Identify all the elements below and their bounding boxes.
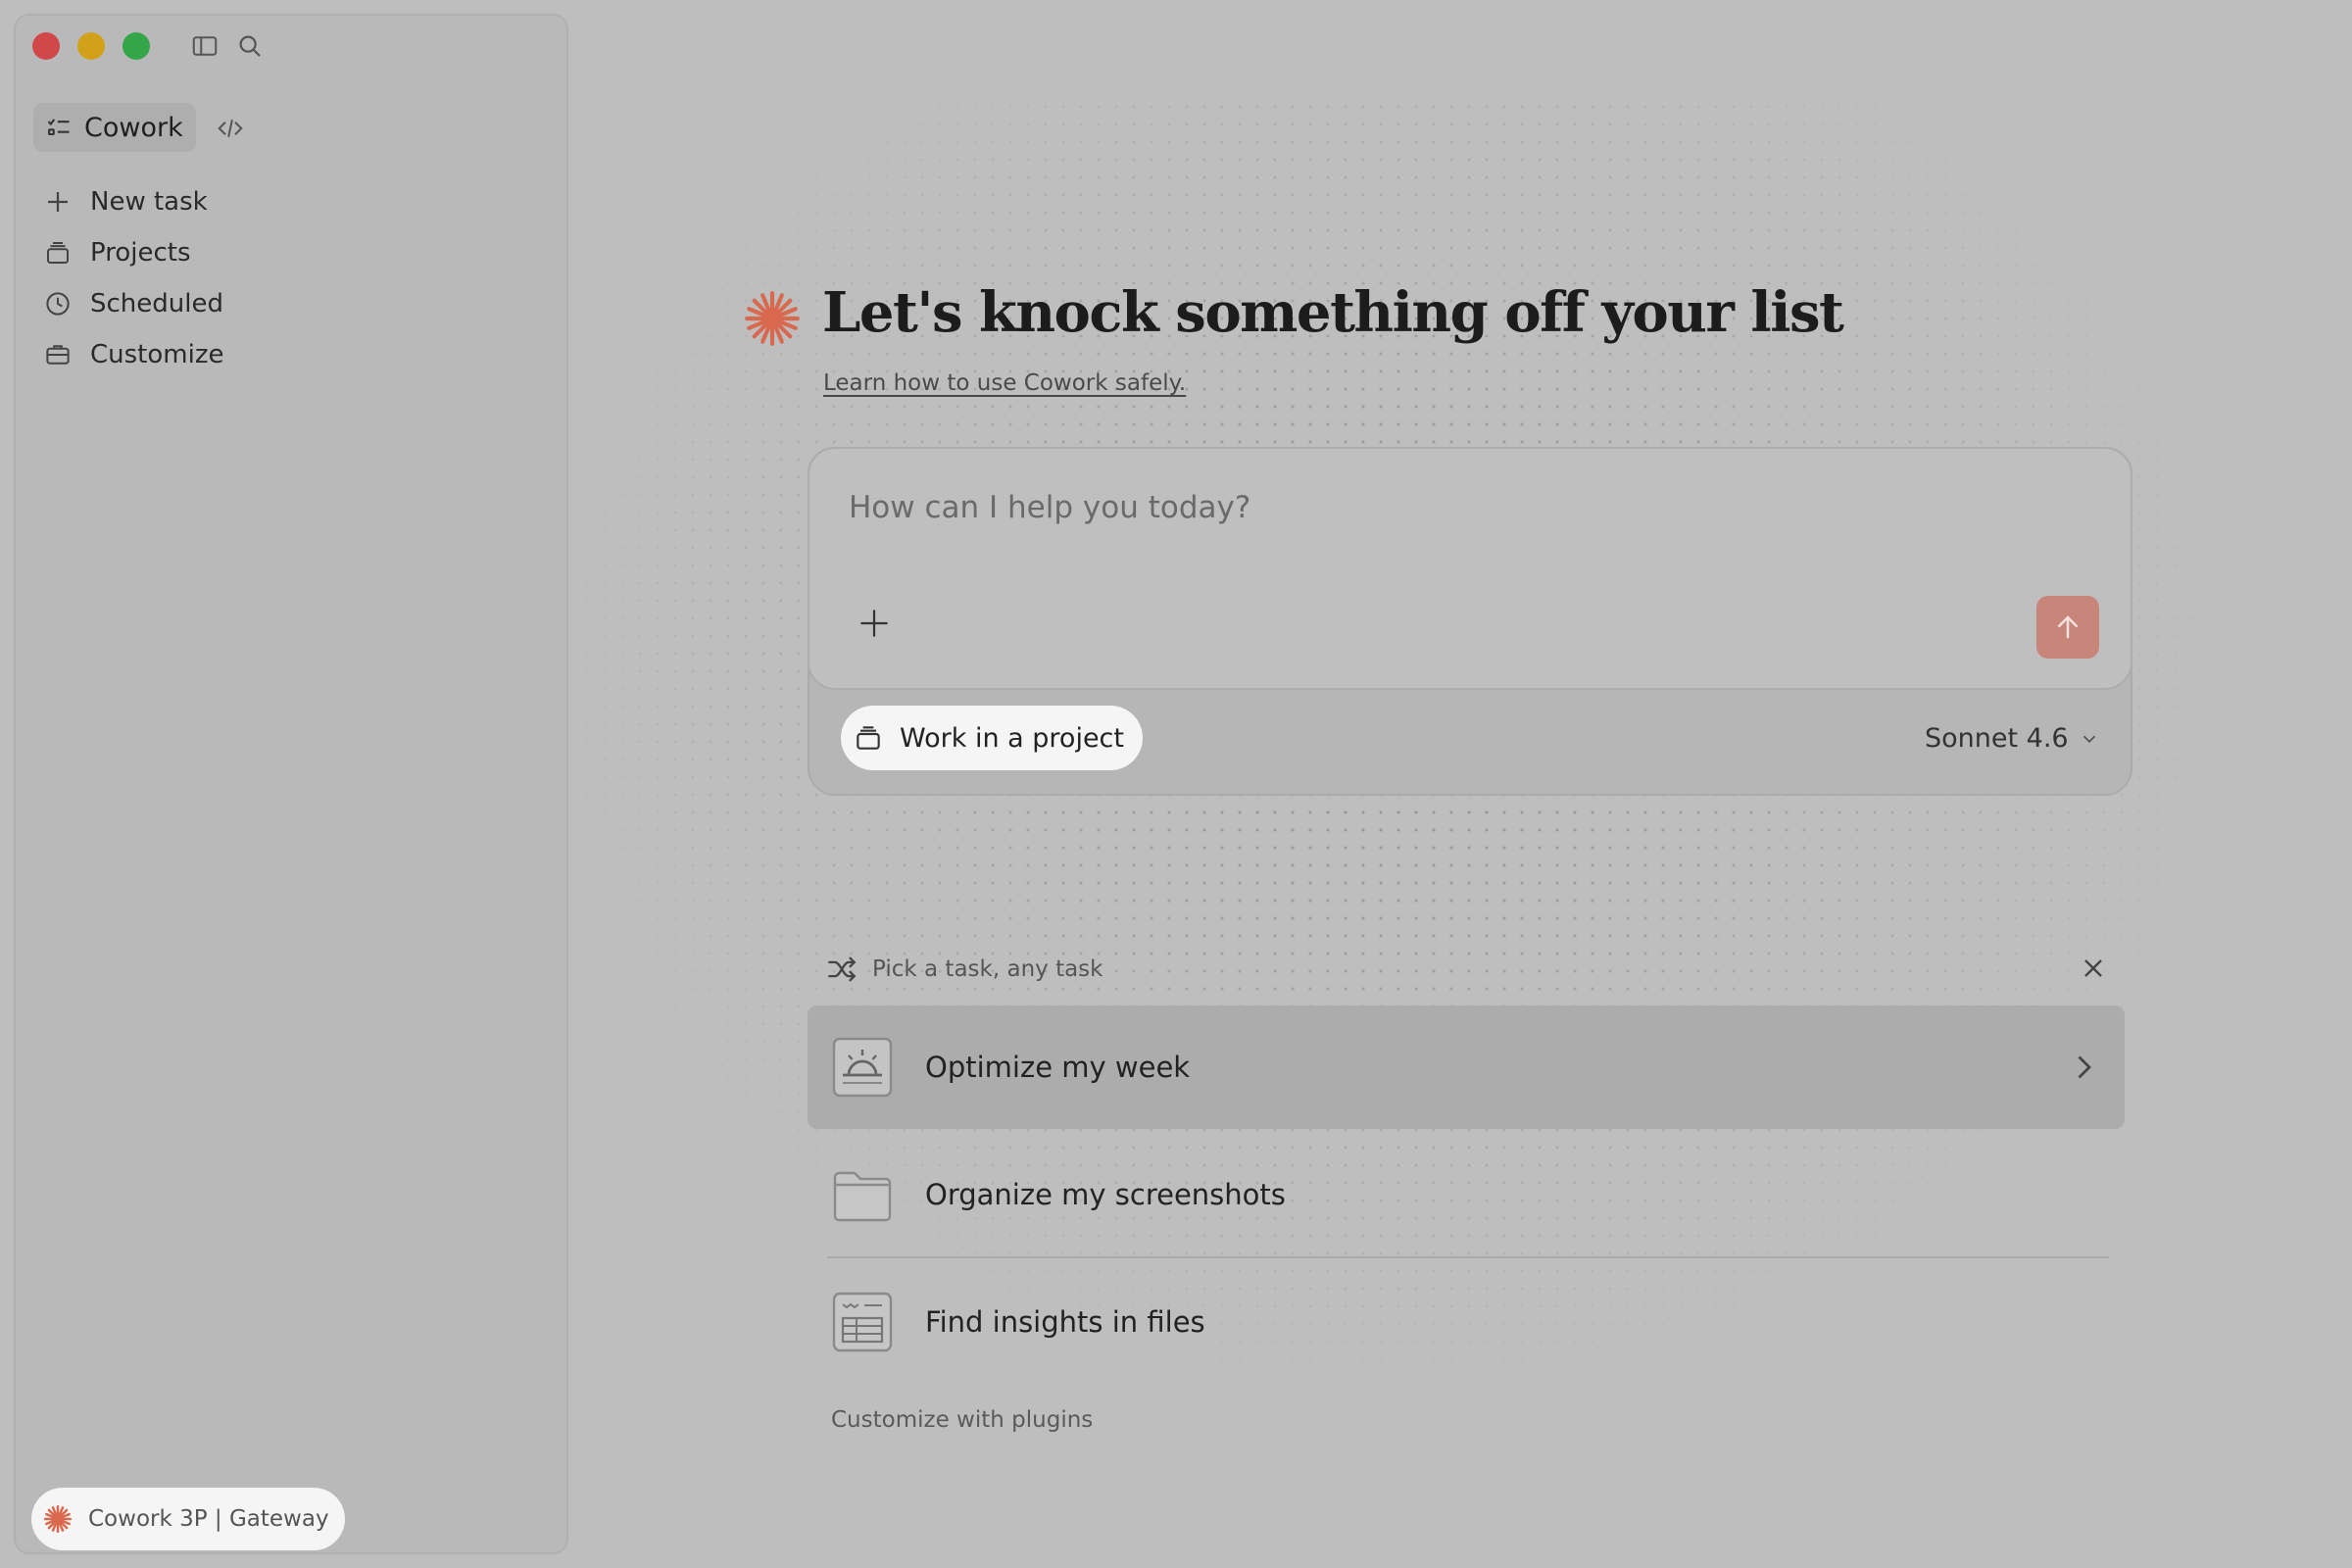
briefcase-icon <box>46 345 70 365</box>
arrow-up-icon <box>2058 615 2078 639</box>
minimize-window-button[interactable] <box>77 32 105 60</box>
gateway-account-button[interactable]: Cowork 3P | Gateway <box>31 1488 345 1550</box>
customize-plugins-link[interactable]: Customize with plugins <box>831 1407 1093 1433</box>
shuffle-icon[interactable] <box>825 953 858 986</box>
clock-icon <box>46 292 70 316</box>
model-selector-label: Sonnet 4.6 <box>1925 723 2069 754</box>
sidebar-item-label: New task <box>90 187 208 217</box>
sidebar-item-label: Scheduled <box>90 289 223 318</box>
work-in-project-label: Work in a project <box>900 722 1124 754</box>
sidebar-item-label: Projects <box>90 238 191 268</box>
sunrise-calendar-icon <box>832 1037 893 1098</box>
projects-stack-icon <box>857 726 880 750</box>
maximize-window-button[interactable] <box>122 32 150 60</box>
gateway-label: Cowork 3P | Gateway <box>88 1506 329 1532</box>
sidebar-item-customize[interactable]: Customize <box>43 333 223 376</box>
page-title: Let's knock something off your list <box>822 280 1844 345</box>
task-list-icon <box>47 119 70 136</box>
suggestions-header-label: Pick a task, any task <box>872 956 1103 982</box>
composer-input-area[interactable] <box>808 447 2132 690</box>
send-button[interactable] <box>2036 596 2099 659</box>
sidebar-toggle-icon[interactable] <box>190 31 220 61</box>
tab-cowork[interactable]: Cowork <box>33 103 196 152</box>
chevron-down-icon <box>2082 735 2095 743</box>
model-selector[interactable]: Sonnet 4.6 <box>1925 723 2100 754</box>
prompt-input[interactable] <box>849 490 1927 525</box>
sidebar-item-scheduled[interactable]: Scheduled <box>43 282 223 325</box>
spreadsheet-icon <box>832 1292 893 1352</box>
sidebar-item-projects[interactable]: Projects <box>43 231 191 274</box>
task-label: Optimize my week <box>925 1051 1191 1084</box>
safety-guide-link[interactable]: Learn how to use Cowork safely. <box>823 370 1186 396</box>
task-find-insights[interactable]: Find insights in files <box>808 1260 2125 1384</box>
suggestions-header: Pick a task, any task <box>825 953 1102 986</box>
close-window-button[interactable] <box>32 32 60 60</box>
work-in-project-button[interactable]: Work in a project <box>841 706 1143 770</box>
task-label: Find insights in files <box>925 1305 1205 1339</box>
task-optimize-week[interactable]: Optimize my week <box>808 1005 2125 1129</box>
task-organize-screenshots[interactable]: Organize my screenshots <box>808 1133 2125 1256</box>
chevron-right-icon <box>2078 1055 2091 1079</box>
app-window: Cowork New task Projects Scheduled Custo… <box>0 0 2352 1568</box>
spark-logo-icon <box>745 291 800 346</box>
sidebar-item-label: Customize <box>90 340 224 369</box>
search-icon[interactable] <box>235 31 265 61</box>
divider <box>827 1256 2109 1258</box>
plus-icon <box>48 192 68 212</box>
tab-cowork-label: Cowork <box>84 112 183 143</box>
sidebar-item-new-task[interactable]: New task <box>43 180 208 223</box>
projects-stack-icon <box>47 242 69 264</box>
task-label: Organize my screenshots <box>925 1178 1286 1211</box>
close-icon[interactable] <box>2078 953 2109 984</box>
code-icon[interactable] <box>216 114 245 143</box>
folder-icon <box>833 1171 892 1222</box>
spark-logo-icon <box>43 1504 73 1534</box>
add-attachment-button[interactable] <box>857 606 892 641</box>
